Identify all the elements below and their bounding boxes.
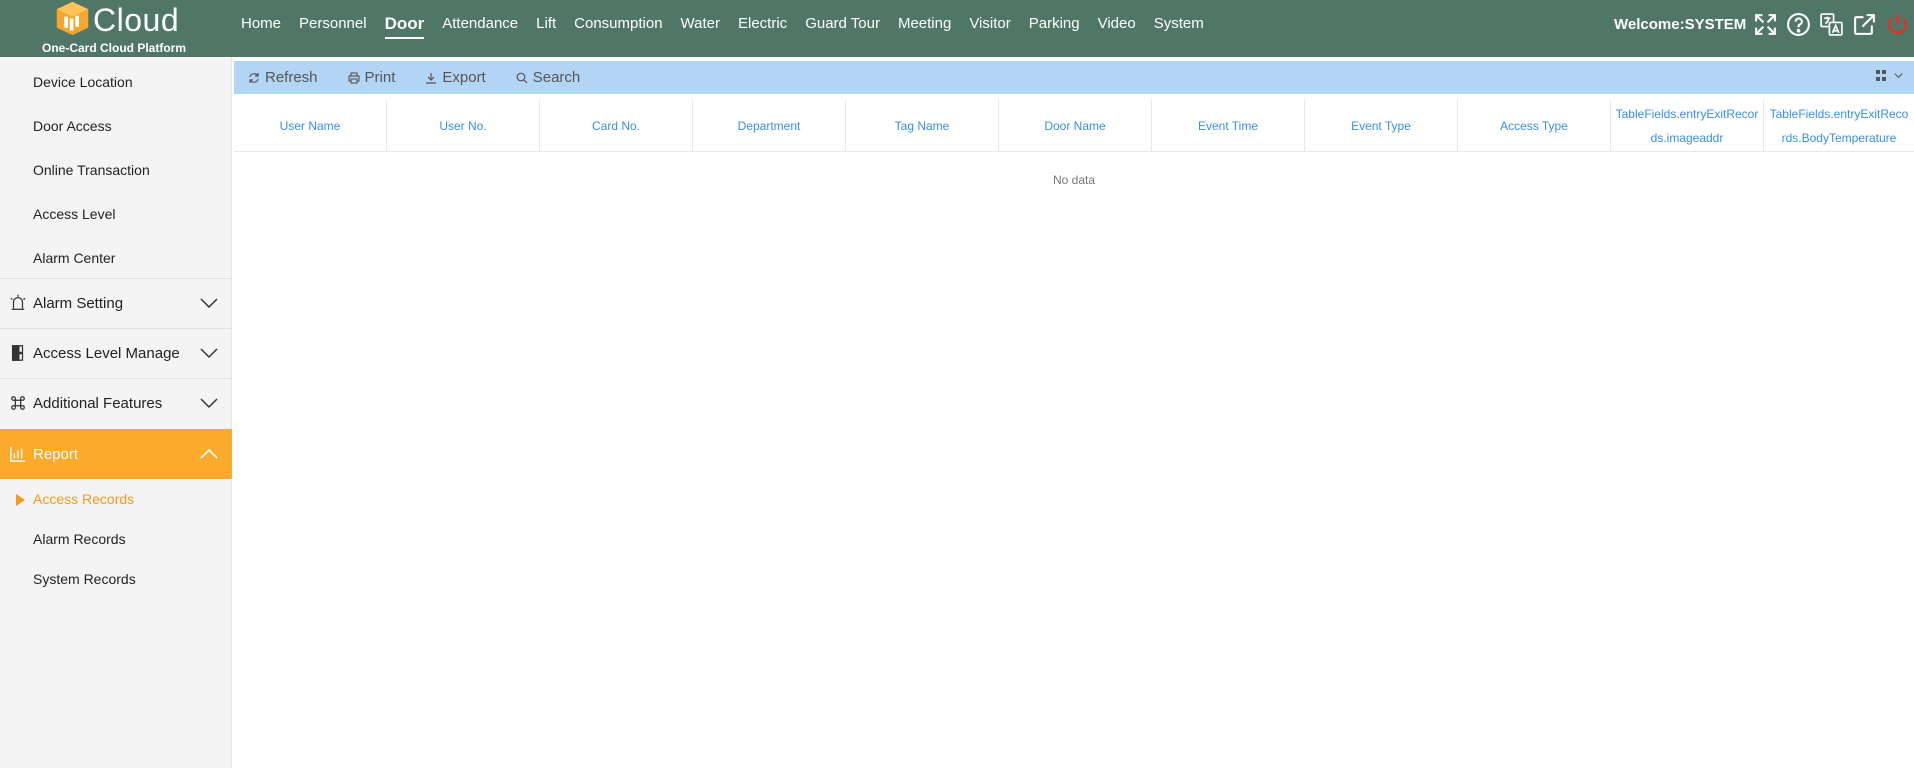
search-button[interactable]: Search	[516, 69, 581, 86]
nav-parking[interactable]: Parking	[1029, 0, 1080, 48]
chevron-down-icon	[1894, 73, 1903, 79]
sidebar-group-label: Report	[33, 445, 79, 463]
sidebar-item-alarm-records[interactable]: Alarm Records	[33, 531, 126, 547]
nav-video[interactable]: Video	[1098, 0, 1136, 48]
print-button[interactable]: Print	[347, 69, 396, 86]
grid-icon	[1876, 70, 1887, 81]
nav-attendance[interactable]: Attendance	[442, 0, 518, 48]
search-label: Search	[532, 69, 581, 86]
logo-box-icon	[56, 1, 89, 36]
help-icon[interactable]	[1785, 11, 1811, 37]
export-label: Export	[442, 69, 486, 86]
column-header-event-time[interactable]: Event Time	[1152, 100, 1305, 151]
nav-guard-tour[interactable]: Guard Tour	[805, 0, 880, 48]
nav-system[interactable]: System	[1154, 0, 1204, 48]
column-header-access-type[interactable]: Access Type	[1458, 100, 1611, 151]
nav-personnel[interactable]: Personnel	[299, 0, 367, 48]
sidebar-item-device-location[interactable]: Device Location	[33, 74, 133, 90]
nav-electric[interactable]: Electric	[738, 0, 787, 48]
top-header: Cloud One-Card Cloud Platform Home Perso…	[0, 0, 1914, 57]
sidebar-item-access-level[interactable]: Access Level	[33, 206, 115, 222]
chevron-down-icon	[200, 298, 218, 309]
sidebar-group-label: Additional Features	[33, 394, 163, 412]
refresh-label: Refresh	[265, 69, 318, 86]
table-header: User Name User No. Card No. Department T…	[234, 100, 1914, 152]
sidebar: Device Location Door Access Online Trans…	[0, 57, 232, 768]
sidebar-item-access-records[interactable]: Access Records	[33, 491, 134, 507]
nav-consumption[interactable]: Consumption	[574, 0, 662, 48]
brand-subtitle: One-Card Cloud Platform	[42, 41, 187, 55]
print-label: Print	[364, 69, 396, 86]
nav-home[interactable]: Home	[241, 0, 281, 48]
welcome-text: Welcome:SYSTEM	[1614, 16, 1747, 33]
nav-water[interactable]: Water	[681, 0, 720, 48]
empty-state-text: No data	[1052, 173, 1096, 187]
search-icon	[516, 72, 528, 83]
door-icon	[11, 345, 24, 361]
column-header-image-addr[interactable]: TableFields.entryExitRecords.imageaddr	[1611, 100, 1764, 151]
nav-visitor[interactable]: Visitor	[969, 0, 1010, 48]
alarm-icon	[10, 294, 26, 310]
power-icon[interactable]	[1884, 11, 1910, 37]
header-actions	[1752, 11, 1910, 37]
column-header-door-name[interactable]: Door Name	[999, 100, 1152, 151]
refresh-button[interactable]: Refresh	[248, 69, 318, 86]
main-nav: Home Personnel Door Attendance Lift Cons…	[232, 0, 1213, 48]
column-header-user-no[interactable]: User No.	[387, 100, 540, 151]
brand-logo[interactable]: Cloud One-Card Cloud Platform	[38, 0, 198, 57]
sidebar-group-label: Access Level Manage	[33, 344, 180, 362]
sidebar-item-alarm-center[interactable]: Alarm Center	[33, 250, 115, 266]
column-header-department[interactable]: Department	[693, 100, 846, 151]
refresh-icon	[249, 72, 259, 83]
sidebar-group-access-level-manage[interactable]: Access Level Manage	[0, 328, 232, 378]
brand-name: Cloud	[93, 2, 180, 38]
column-settings[interactable]	[1876, 70, 1904, 81]
language-icon[interactable]	[1818, 11, 1844, 37]
column-header-tag-name[interactable]: Tag Name	[846, 100, 999, 151]
external-link-icon[interactable]	[1851, 11, 1877, 37]
report-chart-icon	[10, 446, 26, 462]
command-icon	[11, 396, 25, 410]
sidebar-item-online-transaction[interactable]: Online Transaction	[33, 162, 150, 178]
active-indicator-icon	[16, 494, 25, 506]
column-header-body-temperature[interactable]: TableFields.entryExitRecords.BodyTempera…	[1764, 100, 1914, 151]
column-header-event-type[interactable]: Event Type	[1305, 100, 1458, 151]
nav-door[interactable]: Door	[384, 0, 424, 48]
chevron-down-icon	[200, 398, 218, 409]
chevron-down-icon	[200, 348, 218, 359]
column-header-user-name[interactable]: User Name	[234, 100, 387, 151]
printer-icon	[347, 71, 360, 84]
nav-meeting[interactable]: Meeting	[898, 0, 951, 48]
export-button[interactable]: Export	[425, 69, 486, 86]
nav-lift[interactable]: Lift	[536, 0, 556, 48]
toolbar: Refresh Print Export Search	[234, 61, 1914, 94]
fullscreen-icon[interactable]	[1752, 11, 1778, 37]
column-header-card-no[interactable]: Card No.	[540, 100, 693, 151]
sidebar-item-door-access[interactable]: Door Access	[33, 118, 112, 134]
download-icon	[426, 72, 437, 84]
sidebar-item-system-records[interactable]: System Records	[33, 571, 136, 587]
sidebar-group-additional-features[interactable]: Additional Features	[0, 378, 232, 428]
sidebar-group-report[interactable]: Report	[0, 429, 232, 479]
sidebar-group-alarm-setting[interactable]: Alarm Setting	[0, 278, 232, 328]
sidebar-group-label: Alarm Setting	[33, 294, 124, 312]
chevron-up-icon	[200, 448, 218, 459]
